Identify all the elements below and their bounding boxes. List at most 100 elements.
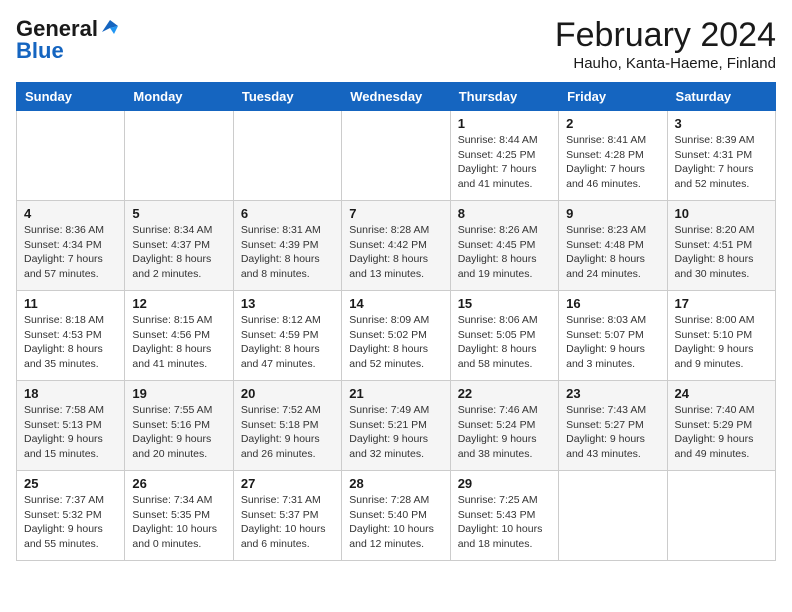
- day-number: 26: [132, 476, 225, 491]
- day-number: 13: [241, 296, 334, 311]
- day-cell: 20Sunrise: 7:52 AMSunset: 5:18 PMDayligh…: [233, 381, 341, 471]
- day-cell: 7 Sunrise: 8:28 AMSunset: 4:42 PMDaylight…: [342, 201, 450, 291]
- day-detail: Sunrise: 7:49 AMSunset: 5:21 PMDaylight:…: [349, 403, 442, 462]
- day-cell: [233, 111, 341, 201]
- day-detail: Sunrise: 8:03 AMSunset: 5:07 PMDaylight:…: [566, 313, 659, 372]
- day-cell: 5Sunrise: 8:34 AMSunset: 4:37 PMDaylight…: [125, 201, 233, 291]
- col-header-friday: Friday: [559, 83, 667, 111]
- header-row: SundayMondayTuesdayWednesdayThursdayFrid…: [17, 83, 776, 111]
- day-detail: Sunrise: 7:28 AMSunset: 5:40 PMDaylight:…: [349, 493, 442, 552]
- day-cell: 25 Sunrise: 7:37 AMSunset: 5:32 PMDayligh…: [17, 471, 125, 561]
- day-cell: 24 Sunrise: 7:40 AMSunset: 5:29 PMDayligh…: [667, 381, 775, 471]
- calendar-table: SundayMondayTuesdayWednesdayThursdayFrid…: [16, 82, 776, 561]
- day-number: 18: [24, 386, 117, 401]
- day-number: 25: [24, 476, 117, 491]
- day-cell: [125, 111, 233, 201]
- col-header-thursday: Thursday: [450, 83, 558, 111]
- day-number: 7: [349, 206, 442, 221]
- day-detail: Sunrise: 8:31 AMSunset: 4:39 PMDaylight:…: [241, 223, 334, 282]
- month-title: February 2024: [555, 16, 776, 55]
- day-cell: 27 Sunrise: 7:31 AMSunset: 5:37 PMDayligh…: [233, 471, 341, 561]
- day-number: 27: [241, 476, 334, 491]
- day-number: 15: [458, 296, 551, 311]
- day-cell: 13 Sunrise: 8:12 AMSunset: 4:59 PMDayligh…: [233, 291, 341, 381]
- day-number: 8: [458, 206, 551, 221]
- day-number: 20: [241, 386, 334, 401]
- day-detail: Sunrise: 8:39 AMSunset: 4:31 PMDaylight:…: [675, 133, 768, 192]
- day-number: 14: [349, 296, 442, 311]
- week-row-0: 1 Sunrise: 8:44 AMSunset: 4:25 PMDaylight…: [17, 111, 776, 201]
- day-detail: Sunrise: 8:18 AMSunset: 4:53 PMDaylight:…: [24, 313, 117, 372]
- day-number: 11: [24, 296, 117, 311]
- day-cell: 9 Sunrise: 8:23 AMSunset: 4:48 PMDaylight…: [559, 201, 667, 291]
- day-number: 29: [458, 476, 551, 491]
- day-detail: Sunrise: 8:28 AMSunset: 4:42 PMDaylight:…: [349, 223, 442, 282]
- day-cell: 19Sunrise: 7:55 AMSunset: 5:16 PMDayligh…: [125, 381, 233, 471]
- col-header-sunday: Sunday: [17, 83, 125, 111]
- day-cell: 4 Sunrise: 8:36 AMSunset: 4:34 PMDaylight…: [17, 201, 125, 291]
- day-number: 28: [349, 476, 442, 491]
- day-cell: [559, 471, 667, 561]
- day-cell: 10Sunrise: 8:20 AMSunset: 4:51 PMDayligh…: [667, 201, 775, 291]
- day-cell: 22Sunrise: 7:46 AMSunset: 5:24 PMDayligh…: [450, 381, 558, 471]
- day-detail: Sunrise: 7:58 AMSunset: 5:13 PMDaylight:…: [24, 403, 117, 462]
- logo-bird-icon: [100, 18, 118, 36]
- day-cell: 1 Sunrise: 8:44 AMSunset: 4:25 PMDaylight…: [450, 111, 558, 201]
- col-header-saturday: Saturday: [667, 83, 775, 111]
- week-row-3: 18 Sunrise: 7:58 AMSunset: 5:13 PMDayligh…: [17, 381, 776, 471]
- week-row-1: 4 Sunrise: 8:36 AMSunset: 4:34 PMDaylight…: [17, 201, 776, 291]
- day-cell: 18 Sunrise: 7:58 AMSunset: 5:13 PMDayligh…: [17, 381, 125, 471]
- day-number: 23: [566, 386, 659, 401]
- logo-blue: Blue: [16, 38, 64, 64]
- day-detail: Sunrise: 7:40 AMSunset: 5:29 PMDaylight:…: [675, 403, 768, 462]
- day-number: 9: [566, 206, 659, 221]
- day-detail: Sunrise: 7:37 AMSunset: 5:32 PMDaylight:…: [24, 493, 117, 552]
- col-header-monday: Monday: [125, 83, 233, 111]
- day-detail: Sunrise: 7:34 AMSunset: 5:35 PMDaylight:…: [132, 493, 225, 552]
- logo: General Blue: [16, 16, 118, 64]
- day-detail: Sunrise: 8:26 AMSunset: 4:45 PMDaylight:…: [458, 223, 551, 282]
- day-number: 3: [675, 116, 768, 131]
- day-detail: Sunrise: 8:06 AMSunset: 5:05 PMDaylight:…: [458, 313, 551, 372]
- day-detail: Sunrise: 8:23 AMSunset: 4:48 PMDaylight:…: [566, 223, 659, 282]
- day-detail: Sunrise: 8:00 AMSunset: 5:10 PMDaylight:…: [675, 313, 768, 372]
- day-cell: 6 Sunrise: 8:31 AMSunset: 4:39 PMDaylight…: [233, 201, 341, 291]
- day-detail: Sunrise: 7:43 AMSunset: 5:27 PMDaylight:…: [566, 403, 659, 462]
- day-number: 16: [566, 296, 659, 311]
- week-row-2: 11 Sunrise: 8:18 AMSunset: 4:53 PMDayligh…: [17, 291, 776, 381]
- day-number: 24: [675, 386, 768, 401]
- day-detail: Sunrise: 8:20 AMSunset: 4:51 PMDaylight:…: [675, 223, 768, 282]
- day-cell: 11 Sunrise: 8:18 AMSunset: 4:53 PMDayligh…: [17, 291, 125, 381]
- day-cell: 28 Sunrise: 7:28 AMSunset: 5:40 PMDayligh…: [342, 471, 450, 561]
- day-cell: 8 Sunrise: 8:26 AMSunset: 4:45 PMDaylight…: [450, 201, 558, 291]
- day-cell: [17, 111, 125, 201]
- day-detail: Sunrise: 7:25 AMSunset: 5:43 PMDaylight:…: [458, 493, 551, 552]
- day-cell: 17Sunrise: 8:00 AMSunset: 5:10 PMDayligh…: [667, 291, 775, 381]
- day-cell: 16 Sunrise: 8:03 AMSunset: 5:07 PMDayligh…: [559, 291, 667, 381]
- day-number: 19: [132, 386, 225, 401]
- day-number: 5: [132, 206, 225, 221]
- day-number: 4: [24, 206, 117, 221]
- day-cell: 23 Sunrise: 7:43 AMSunset: 5:27 PMDayligh…: [559, 381, 667, 471]
- day-cell: 14Sunrise: 8:09 AMSunset: 5:02 PMDayligh…: [342, 291, 450, 381]
- day-number: 6: [241, 206, 334, 221]
- day-number: 1: [458, 116, 551, 131]
- day-number: 21: [349, 386, 442, 401]
- day-cell: [342, 111, 450, 201]
- day-cell: 21 Sunrise: 7:49 AMSunset: 5:21 PMDayligh…: [342, 381, 450, 471]
- day-cell: 2Sunrise: 8:41 AMSunset: 4:28 PMDaylight…: [559, 111, 667, 201]
- day-detail: Sunrise: 8:12 AMSunset: 4:59 PMDaylight:…: [241, 313, 334, 372]
- day-detail: Sunrise: 8:36 AMSunset: 4:34 PMDaylight:…: [24, 223, 117, 282]
- day-detail: Sunrise: 7:31 AMSunset: 5:37 PMDaylight:…: [241, 493, 334, 552]
- location: Hauho, Kanta-Haeme, Finland: [555, 55, 776, 72]
- day-number: 2: [566, 116, 659, 131]
- day-detail: Sunrise: 8:44 AMSunset: 4:25 PMDaylight:…: [458, 133, 551, 192]
- day-number: 12: [132, 296, 225, 311]
- day-cell: 29 Sunrise: 7:25 AMSunset: 5:43 PMDayligh…: [450, 471, 558, 561]
- col-header-wednesday: Wednesday: [342, 83, 450, 111]
- day-cell: [667, 471, 775, 561]
- day-cell: 3 Sunrise: 8:39 AMSunset: 4:31 PMDaylight…: [667, 111, 775, 201]
- day-detail: Sunrise: 7:46 AMSunset: 5:24 PMDaylight:…: [458, 403, 551, 462]
- title-block: February 2024 Hauho, Kanta-Haeme, Finlan…: [555, 16, 776, 72]
- day-cell: 15 Sunrise: 8:06 AMSunset: 5:05 PMDayligh…: [450, 291, 558, 381]
